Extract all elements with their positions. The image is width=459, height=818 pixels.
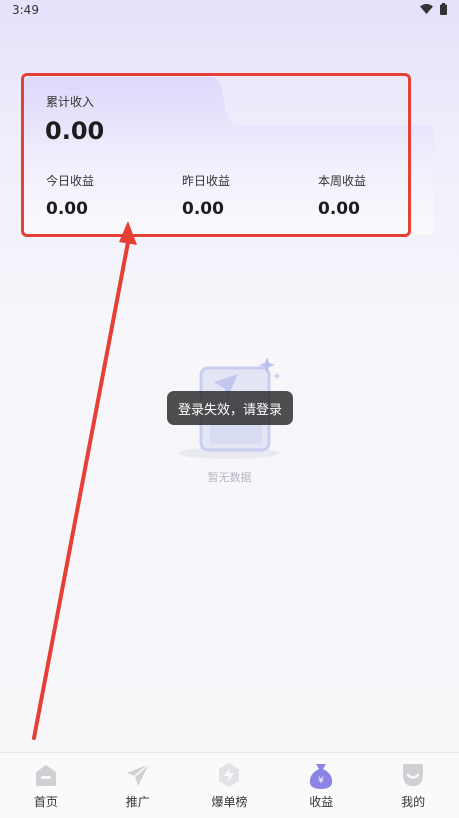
- svg-text:¥: ¥: [318, 776, 324, 786]
- tab-home-label: 首页: [33, 795, 58, 809]
- home-icon: [35, 765, 56, 786]
- lightning-badge-icon: [219, 763, 240, 787]
- profile-icon: [403, 764, 424, 786]
- tab-earnings-label: 收益: [309, 795, 334, 809]
- tab-earnings[interactable]: ¥ 收益: [275, 753, 367, 818]
- login-expired-toast: 登录失效，请登录: [167, 391, 293, 425]
- tab-mine[interactable]: 我的: [367, 753, 459, 818]
- money-bag-icon: ¥: [310, 764, 333, 789]
- tab-promote[interactable]: 推广: [92, 753, 184, 818]
- empty-state-text: 暂无数据: [207, 471, 252, 484]
- tab-home[interactable]: 首页: [0, 753, 92, 818]
- tab-hot-list[interactable]: 爆单榜: [184, 753, 276, 818]
- bottom-tab-bar: 首页 推广 爆单榜 ¥ 收益 我的: [0, 752, 459, 818]
- tab-promote-label: 推广: [125, 795, 150, 809]
- tab-mine-label: 我的: [401, 795, 426, 809]
- tab-hot-list-label: 爆单榜: [211, 795, 248, 809]
- paper-plane-icon: [126, 763, 150, 786]
